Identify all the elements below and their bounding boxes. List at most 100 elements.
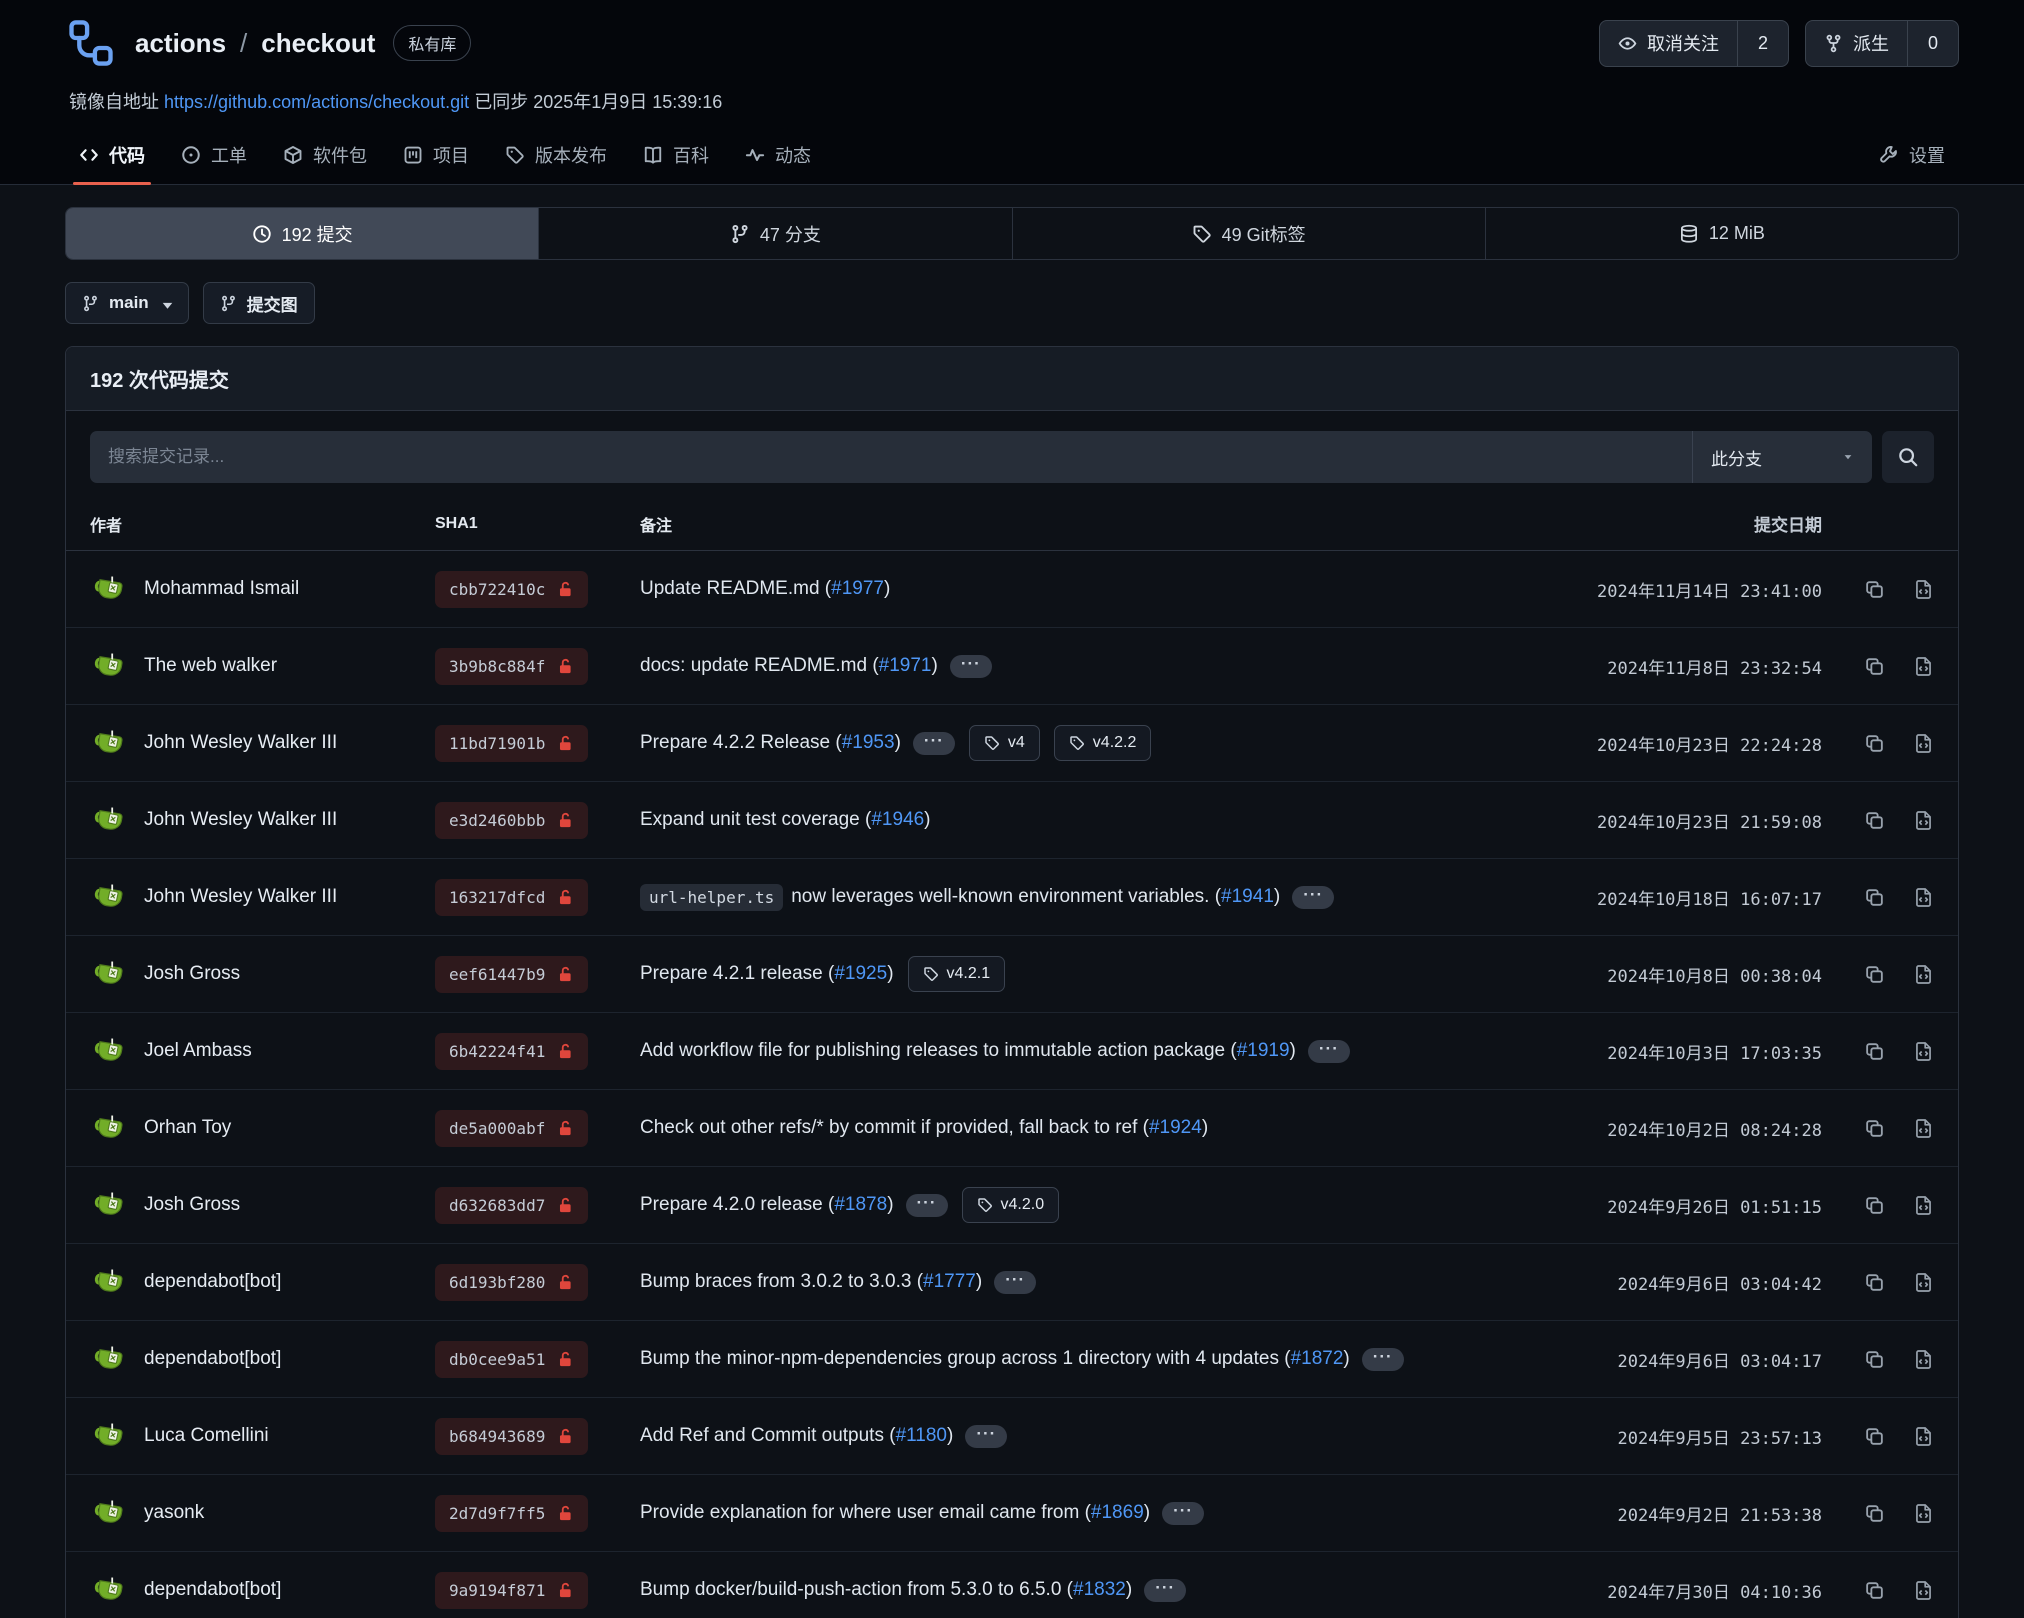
author-name-link[interactable]: Luca Comellini: [144, 1425, 269, 1447]
commit-message-text[interactable]: Provide explanation for where user email…: [640, 1502, 1091, 1524]
pr-number-link[interactable]: #1180: [896, 1425, 947, 1447]
commit-sha-button[interactable]: 11bd71901b: [435, 725, 588, 762]
commit-message-text[interactable]: Bump braces from 3.0.2 to 3.0.3 (: [640, 1271, 923, 1293]
view-files-at-commit-button[interactable]: [1913, 810, 1934, 831]
tab-issues[interactable]: 工单: [167, 132, 261, 184]
repo-name-link[interactable]: checkout: [261, 28, 375, 59]
author-name-link[interactable]: John Wesley Walker III: [144, 886, 337, 908]
view-files-at-commit-button[interactable]: [1913, 1272, 1934, 1293]
commit-search-input[interactable]: [90, 431, 1692, 483]
commit-message-text[interactable]: Prepare 4.2.0 release (: [640, 1194, 834, 1216]
view-files-at-commit-button[interactable]: [1913, 733, 1934, 754]
copy-sha-button[interactable]: [1864, 1349, 1885, 1370]
pr-number-link[interactable]: #1924: [1149, 1117, 1202, 1139]
commit-message-text[interactable]: docs: update README.md (: [640, 655, 879, 677]
copy-sha-button[interactable]: [1864, 656, 1885, 677]
commit-sha-button[interactable]: 6d193bf280: [435, 1264, 588, 1301]
expand-message-button[interactable]: ···: [1292, 886, 1334, 909]
tab-wiki[interactable]: 百科: [629, 132, 723, 184]
author-name-link[interactable]: Josh Gross: [144, 1194, 240, 1216]
expand-message-button[interactable]: ···: [1162, 1502, 1204, 1525]
unwatch-button[interactable]: 取消关注 2: [1599, 20, 1789, 67]
copy-sha-button[interactable]: [1864, 810, 1885, 831]
stat-commits[interactable]: 192 提交: [66, 208, 538, 259]
commit-sha-button[interactable]: 6b42224f41: [435, 1033, 588, 1070]
fork-button[interactable]: 派生 0: [1805, 20, 1959, 67]
commit-sha-button[interactable]: db0cee9a51: [435, 1341, 588, 1378]
author-name-link[interactable]: yasonk: [144, 1502, 204, 1524]
author-name-link[interactable]: dependabot[bot]: [144, 1271, 281, 1293]
view-files-at-commit-button[interactable]: [1913, 1118, 1934, 1139]
stat-tags[interactable]: 49 Git标签: [1012, 208, 1485, 259]
stat-branches[interactable]: 47 分支: [538, 208, 1011, 259]
commit-message-text[interactable]: Check out other refs/* by commit if prov…: [640, 1117, 1149, 1139]
commit-message-text[interactable]: Expand unit test coverage (: [640, 809, 871, 831]
pr-number-link[interactable]: #1872: [1291, 1348, 1344, 1370]
search-button[interactable]: [1882, 431, 1934, 483]
commit-message-text[interactable]: Update README.md (: [640, 578, 831, 600]
pr-number-link[interactable]: #1925: [834, 963, 887, 985]
author-name-link[interactable]: dependabot[bot]: [144, 1348, 281, 1370]
copy-sha-button[interactable]: [1864, 1580, 1885, 1601]
pr-number-link[interactable]: #1946: [871, 809, 924, 831]
tab-releases[interactable]: 版本发布: [491, 132, 621, 184]
tab-projects[interactable]: 项目: [389, 132, 483, 184]
commit-message-text[interactable]: Bump the minor-npm-dependencies group ac…: [640, 1348, 1291, 1370]
commit-message-text[interactable]: Prepare 4.2.1 release (: [640, 963, 834, 985]
commit-sha-button[interactable]: cbb722410c: [435, 571, 588, 608]
copy-sha-button[interactable]: [1864, 1272, 1885, 1293]
commit-sha-button[interactable]: de5a000abf: [435, 1110, 588, 1147]
view-files-at-commit-button[interactable]: [1913, 1349, 1934, 1370]
pr-number-link[interactable]: #1832: [1073, 1579, 1126, 1601]
watchers-count[interactable]: 2: [1737, 21, 1788, 66]
view-files-at-commit-button[interactable]: [1913, 1580, 1934, 1601]
commit-graph-button[interactable]: 提交图: [203, 282, 315, 324]
author-name-link[interactable]: John Wesley Walker III: [144, 732, 337, 754]
forks-count[interactable]: 0: [1907, 21, 1958, 66]
copy-sha-button[interactable]: [1864, 964, 1885, 985]
expand-message-button[interactable]: ···: [1362, 1348, 1404, 1371]
copy-sha-button[interactable]: [1864, 1041, 1885, 1062]
branch-selector[interactable]: main: [65, 282, 189, 324]
view-files-at-commit-button[interactable]: [1913, 887, 1934, 908]
view-files-at-commit-button[interactable]: [1913, 1041, 1934, 1062]
view-files-at-commit-button[interactable]: [1913, 656, 1934, 677]
tag-v4.2.2[interactable]: v4.2.2: [1054, 725, 1152, 761]
copy-sha-button[interactable]: [1864, 1195, 1885, 1216]
copy-sha-button[interactable]: [1864, 579, 1885, 600]
author-name-link[interactable]: Mohammad Ismail: [144, 578, 299, 600]
expand-message-button[interactable]: ···: [965, 1425, 1007, 1448]
pr-number-link[interactable]: #1977: [831, 578, 884, 600]
stat-size[interactable]: 12 MiB: [1485, 208, 1958, 259]
commit-sha-button[interactable]: b684943689: [435, 1418, 588, 1455]
pr-number-link[interactable]: #1953: [842, 732, 895, 754]
pr-number-link[interactable]: #1869: [1091, 1502, 1144, 1524]
author-name-link[interactable]: Orhan Toy: [144, 1117, 231, 1139]
author-name-link[interactable]: Joel Ambass: [144, 1040, 252, 1062]
tab-settings[interactable]: 设置: [1865, 132, 1959, 184]
commit-message-text[interactable]: Add workflow file for publishing release…: [640, 1040, 1237, 1062]
tab-activity[interactable]: 动态: [731, 132, 825, 184]
commit-message-text[interactable]: now leverages well-known environment var…: [791, 886, 1221, 908]
copy-sha-button[interactable]: [1864, 1503, 1885, 1524]
commit-message-text[interactable]: Bump docker/build-push-action from 5.3.0…: [640, 1579, 1073, 1601]
expand-message-button[interactable]: ···: [950, 655, 992, 678]
tag-v4.2.1[interactable]: v4.2.1: [908, 956, 1006, 992]
author-name-link[interactable]: dependabot[bot]: [144, 1579, 281, 1601]
view-files-at-commit-button[interactable]: [1913, 1503, 1934, 1524]
pr-number-link[interactable]: #1941: [1221, 886, 1274, 908]
view-files-at-commit-button[interactable]: [1913, 1426, 1934, 1447]
pr-number-link[interactable]: #1777: [923, 1271, 976, 1293]
copy-sha-button[interactable]: [1864, 887, 1885, 908]
tag-v4[interactable]: v4: [969, 725, 1040, 761]
commit-sha-button[interactable]: e3d2460bbb: [435, 802, 588, 839]
expand-message-button[interactable]: ···: [994, 1271, 1036, 1294]
pr-number-link[interactable]: #1878: [834, 1194, 887, 1216]
expand-message-button[interactable]: ···: [906, 1194, 948, 1217]
mirror-url-link[interactable]: https://github.com/actions/checkout.git: [164, 92, 469, 112]
tab-code[interactable]: 代码: [65, 132, 159, 184]
commit-sha-button[interactable]: eef61447b9: [435, 956, 588, 993]
author-name-link[interactable]: John Wesley Walker III: [144, 809, 337, 831]
copy-sha-button[interactable]: [1864, 1118, 1885, 1139]
view-files-at-commit-button[interactable]: [1913, 579, 1934, 600]
